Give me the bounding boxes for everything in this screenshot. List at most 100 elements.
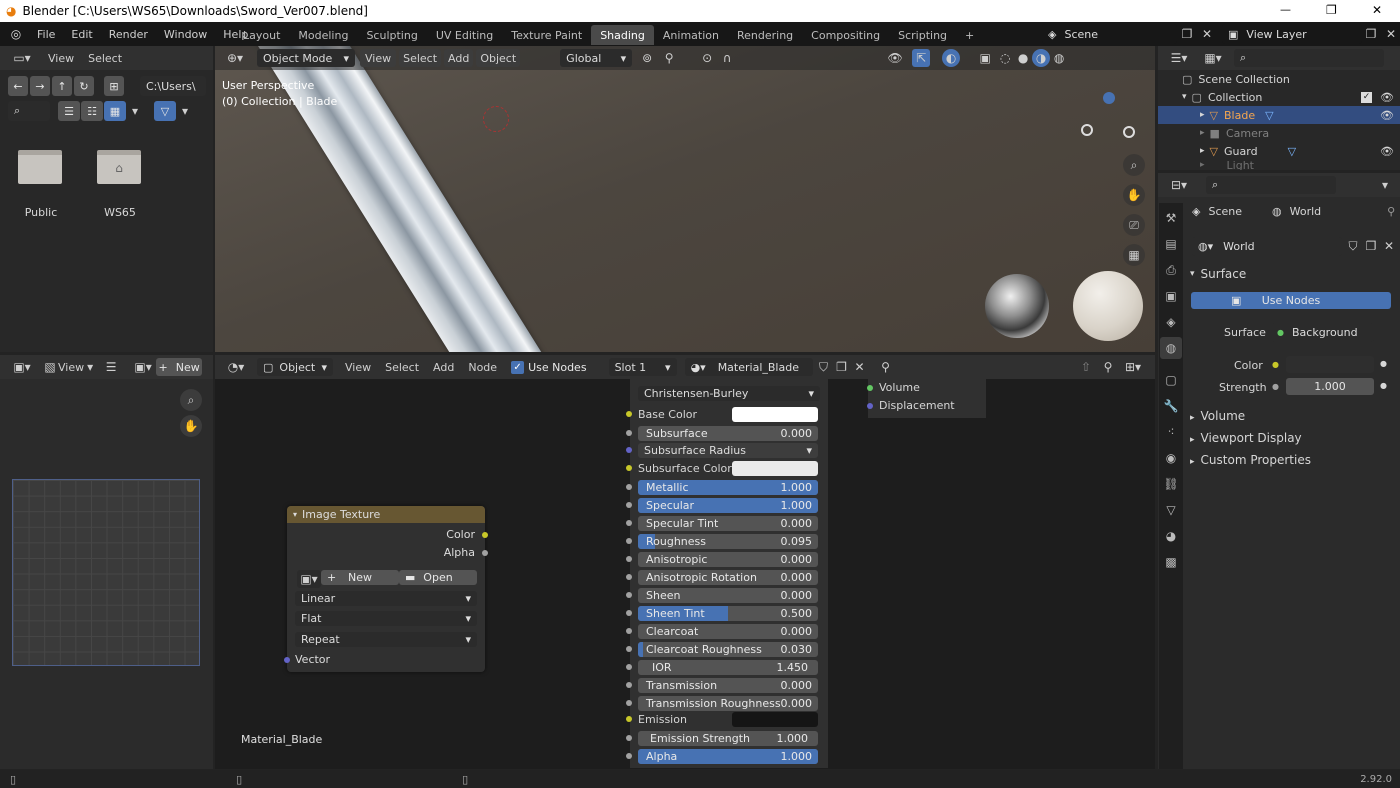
pin-icon[interactable]: ⚲	[1387, 205, 1395, 218]
proportional-edit-icon[interactable]: ⊙	[698, 49, 716, 67]
outliner-item-blade[interactable]: ▸ ▽ Blade ▽ 👁	[1158, 106, 1400, 124]
bsdf-slider[interactable]: Roughness 0.095	[638, 534, 818, 549]
uv-grid[interactable]	[12, 479, 200, 666]
mode-selector[interactable]: Object Mode ▾	[257, 49, 355, 67]
ie-new-button[interactable]: + New	[156, 358, 203, 376]
image-browse-icon[interactable]: ▣▾	[130, 358, 156, 376]
use-nodes-button[interactable]: ▣ Use Nodes	[1191, 292, 1391, 309]
unlink-icon[interactable]: ✕	[1380, 237, 1398, 255]
shader-type-selector[interactable]: ▢ Object ▾	[257, 358, 333, 376]
ne-node-menu[interactable]: Node	[468, 361, 497, 374]
workspace-tab[interactable]: UV Editing	[427, 25, 502, 45]
display-mode-icon[interactable]: ▦▾	[1200, 49, 1226, 67]
ortho-grid-icon[interactable]: ▦	[1123, 244, 1145, 266]
duplicate-icon[interactable]: ❐	[833, 358, 851, 376]
parent-dir-icon[interactable]: ↑	[52, 76, 72, 96]
keyframe-dot-icon[interactable]: ●	[1380, 359, 1387, 368]
3d-cursor-icon[interactable]	[483, 106, 509, 132]
shading-rendered-icon[interactable]: ◍	[1050, 49, 1068, 67]
refresh-icon[interactable]: ↻	[74, 76, 94, 96]
pan-hand-icon[interactable]: ✋	[1123, 184, 1145, 206]
visibility-icon[interactable]: 👁	[886, 49, 904, 67]
particles-tab-icon[interactable]: ⁖	[1160, 421, 1182, 443]
bsdf-slider[interactable]: Anisotropic Rotation 0.000	[638, 570, 818, 585]
editor-type-icon[interactable]: ▭▾	[8, 49, 36, 67]
projection-select[interactable]: Flat ▾	[295, 611, 477, 626]
shading-wireframe-icon[interactable]: ◌	[996, 49, 1014, 67]
vp-select-menu[interactable]: Select	[399, 49, 442, 67]
view-mode-icon[interactable]: ▧	[42, 358, 58, 376]
subsurface-color-socket[interactable]	[626, 465, 632, 471]
snap-icon[interactable]: ⚲	[660, 49, 678, 67]
input-socket[interactable]	[626, 664, 632, 670]
material-selector[interactable]: ◕▾ Material_Blade	[684, 358, 813, 376]
viewport-display-section[interactable]: ▸ Viewport Display	[1190, 431, 1302, 445]
image-new-button[interactable]: + New	[321, 570, 399, 585]
scene-tab-icon[interactable]: ◈	[1160, 311, 1182, 333]
shading-solid-icon[interactable]: ●	[1014, 49, 1032, 67]
displacement-socket[interactable]	[867, 403, 873, 409]
world-datablock[interactable]: ◍▾ World	[1192, 237, 1342, 256]
fb-view-menu[interactable]: View	[48, 52, 74, 65]
menu-item[interactable]: File	[37, 28, 55, 41]
new-scene-icon[interactable]: ❐	[1178, 25, 1196, 43]
zoom-icon[interactable]: ⌕	[180, 389, 202, 411]
input-socket[interactable]	[626, 592, 632, 598]
input-socket[interactable]	[626, 520, 632, 526]
bsdf-slider[interactable]: Transmission 0.000	[638, 678, 818, 693]
strength-field[interactable]: 1.000	[1286, 378, 1374, 395]
delete-view-layer-icon[interactable]: ✕	[1382, 25, 1400, 43]
fb-path-field[interactable]: C:\Users\	[140, 76, 206, 96]
material-tab-icon[interactable]: ◕	[1160, 525, 1182, 547]
folder-public[interactable]: Public	[18, 150, 64, 219]
bsdf-slider[interactable]: Sheen 0.000	[638, 588, 818, 603]
pan-hand-icon[interactable]: ✋	[180, 415, 202, 437]
blender-menu-icon[interactable]: ◎	[7, 25, 25, 43]
bsdf-slider[interactable]: Specular Tint 0.000	[638, 516, 818, 531]
tool-tab-icon[interactable]: ⚒	[1160, 207, 1182, 229]
xray-icon[interactable]: ▣	[976, 49, 994, 67]
chevron-down-icon[interactable]: ▾	[1376, 176, 1394, 194]
ne-add-menu[interactable]: Add	[433, 361, 454, 374]
subsurface-radius-select[interactable]: Subsurface Radius ▾	[638, 443, 818, 458]
snap-mode-icon[interactable]: ⊞▾	[1121, 358, 1145, 376]
object-tab-icon[interactable]: ▢	[1160, 369, 1182, 391]
eye-icon[interactable]: 👁	[1380, 109, 1394, 122]
ne-view-menu[interactable]: View	[345, 361, 371, 374]
workspace-tab[interactable]: Texture Paint	[502, 25, 591, 45]
close-button[interactable]: ✕	[1372, 3, 1382, 17]
outliner-type-icon[interactable]: ☰▾	[1166, 49, 1192, 67]
modifier-tab-icon[interactable]: 🔧	[1160, 395, 1182, 417]
input-socket[interactable]	[626, 610, 632, 616]
workspace-tab[interactable]: Layout	[234, 25, 289, 45]
minimize-button[interactable]: —	[1280, 3, 1291, 16]
delete-scene-icon[interactable]: ✕	[1198, 25, 1216, 43]
emission-swatch[interactable]	[732, 712, 818, 727]
duplicate-icon[interactable]: ❐	[1362, 237, 1380, 255]
vp-add-menu[interactable]: Add	[444, 49, 474, 67]
view-layer-selector[interactable]: ▣ View Layer	[1222, 24, 1362, 44]
new-folder-icon[interactable]: ⊞	[104, 76, 124, 96]
properties-search[interactable]: ⌕	[1206, 176, 1336, 194]
custom-properties-section[interactable]: ▸ Custom Properties	[1190, 453, 1311, 467]
use-nodes-checkbox[interactable]: ✓	[511, 360, 525, 374]
filter-dropdown-icon[interactable]: ▾	[177, 101, 193, 121]
surface-section[interactable]: ▾ Surface	[1190, 265, 1400, 283]
material-output-node[interactable]: Volume Displacement	[867, 378, 986, 418]
ie-view-menu[interactable]: View	[58, 361, 84, 374]
vp-object-menu[interactable]: Object	[476, 49, 521, 67]
vector-input-socket[interactable]	[284, 657, 290, 663]
physics-tab-icon[interactable]: ◉	[1160, 447, 1182, 469]
input-socket[interactable]	[626, 646, 632, 652]
outliner-item-camera[interactable]: ▸ ■ Camera	[1158, 124, 1400, 142]
bsdf-slider[interactable]: IOR 1.450	[638, 660, 818, 675]
input-socket[interactable]	[626, 700, 632, 706]
input-socket[interactable]	[626, 682, 632, 688]
menu-item[interactable]: Render	[109, 28, 148, 41]
input-socket[interactable]	[626, 753, 632, 759]
workspace-tab[interactable]: Animation	[654, 25, 728, 45]
nav-gizmo[interactable]	[1081, 92, 1137, 142]
bsdf-slider[interactable]: Transmission Roughness 0.000	[638, 696, 818, 711]
fb-search-field[interactable]: ⌕	[8, 101, 50, 121]
bsdf-slider[interactable]: Metallic 1.000	[638, 480, 818, 495]
